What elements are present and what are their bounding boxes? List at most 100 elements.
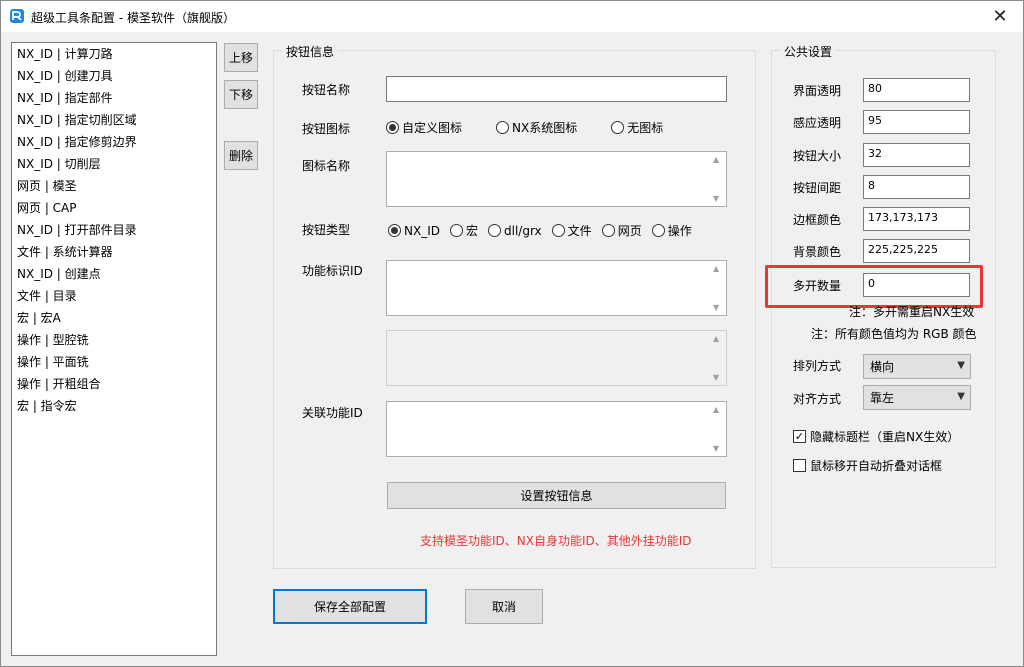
list-item[interactable]: NX_ID | 创建刀具 bbox=[12, 65, 216, 87]
arrange-value: 横向 bbox=[870, 360, 895, 374]
setting-input[interactable]: 8 bbox=[863, 175, 970, 199]
scroll-up-icon[interactable]: ▲ bbox=[713, 155, 719, 164]
color-note: 注：所有颜色值均为 RGB 颜色 bbox=[811, 327, 977, 341]
list-item[interactable]: 宏 | 指令宏 bbox=[12, 395, 216, 417]
setting-input[interactable]: 225,225,225 bbox=[863, 239, 970, 263]
support-note: 支持模圣功能ID、NX自身功能ID、其他外挂功能ID bbox=[420, 534, 692, 548]
list-item[interactable]: 操作 | 平面铣 bbox=[12, 351, 216, 373]
related-id-scrollbar[interactable]: ▲ ▼ bbox=[709, 402, 726, 456]
highlight-box bbox=[765, 265, 983, 308]
list-item[interactable]: 文件 | 目录 bbox=[12, 285, 216, 307]
title-bar: 超级工具条配置 - 模圣软件（旗舰版） ✕ bbox=[1, 1, 1023, 32]
icon-name-input[interactable]: ▲ ▼ bbox=[386, 151, 727, 207]
radio-icon[interactable] bbox=[496, 121, 510, 134]
related-id-input[interactable]: ▲ ▼ bbox=[386, 401, 727, 457]
hide-titlebar-label: 隐藏标题栏（重启NX生效） bbox=[810, 430, 960, 444]
radio-icon[interactable] bbox=[388, 224, 401, 237]
button-type-option[interactable]: 操作 bbox=[651, 222, 692, 239]
icon-type-option[interactable]: NX系统图标 bbox=[496, 119, 577, 136]
list-item[interactable]: NX_ID | 创建点 bbox=[12, 263, 216, 285]
list-item[interactable]: 网页 | CAP bbox=[12, 197, 216, 219]
button-name-label: 按钮名称 bbox=[302, 83, 351, 97]
align-value: 靠左 bbox=[870, 391, 895, 405]
setting-input[interactable]: 173,173,173 bbox=[863, 207, 970, 231]
icon-name-scrollbar[interactable]: ▲ ▼ bbox=[709, 152, 726, 206]
radio-icon[interactable] bbox=[651, 224, 665, 237]
hide-titlebar-option[interactable]: ✓ 隐藏标题栏（重启NX生效） bbox=[793, 428, 959, 445]
radio-icon[interactable] bbox=[488, 224, 501, 237]
button-name-input[interactable] bbox=[386, 76, 727, 102]
scroll-down-icon[interactable]: ▼ bbox=[713, 444, 719, 453]
move-down-button[interactable]: 下移 bbox=[224, 80, 258, 109]
auto-fold-option[interactable]: 鼠标移开自动折叠对话框 bbox=[793, 457, 942, 474]
function-id-label: 功能标识ID bbox=[302, 264, 363, 278]
set-button-info-button[interactable]: 设置按钮信息 bbox=[387, 482, 726, 509]
setting-input[interactable]: 80 bbox=[863, 78, 970, 102]
hide-titlebar-checkbox[interactable]: ✓ bbox=[793, 430, 806, 443]
radio-icon[interactable] bbox=[386, 121, 399, 134]
list-item[interactable]: NX_ID | 计算刀路 bbox=[12, 43, 216, 65]
radio-icon[interactable] bbox=[611, 121, 625, 134]
button-type-option[interactable]: dll/grx bbox=[488, 224, 542, 238]
close-icon: ✕ bbox=[992, 6, 1008, 27]
radio-icon[interactable] bbox=[551, 224, 565, 237]
button-type-option-label: 文件 bbox=[567, 224, 592, 238]
auto-fold-checkbox[interactable] bbox=[793, 459, 806, 472]
function-id-extra-input: ▲ ▼ bbox=[386, 330, 727, 386]
list-item[interactable]: 操作 | 开粗组合 bbox=[12, 373, 216, 395]
extra-scrollbar: ▲ ▼ bbox=[709, 331, 726, 385]
button-type-option-label: 操作 bbox=[667, 224, 692, 238]
arrange-label: 排列方式 bbox=[793, 359, 842, 373]
list-item[interactable]: 文件 | 系统计算器 bbox=[12, 241, 216, 263]
list-item[interactable]: NX_ID | 指定部件 bbox=[12, 87, 216, 109]
delete-button[interactable]: 删除 bbox=[224, 141, 258, 170]
function-id-scrollbar[interactable]: ▲ ▼ bbox=[709, 261, 726, 315]
list-item[interactable]: NX_ID | 指定切削区域 bbox=[12, 109, 216, 131]
scroll-down-icon[interactable]: ▼ bbox=[713, 303, 719, 312]
function-id-input[interactable]: ▲ ▼ bbox=[386, 260, 727, 316]
setting-label: 界面透明 bbox=[793, 84, 842, 98]
icon-type-option-label: 无图标 bbox=[627, 121, 664, 135]
align-select[interactable]: 靠左 ▼ bbox=[863, 385, 971, 410]
app-logo-icon bbox=[10, 9, 24, 23]
setting-input[interactable]: 32 bbox=[863, 143, 970, 167]
scroll-up-icon[interactable]: ▲ bbox=[713, 264, 719, 273]
align-label: 对齐方式 bbox=[793, 392, 842, 406]
icon-radio-group: 自定义图标 NX系统图标 无图标 bbox=[386, 119, 697, 136]
restart-note: 注：多开需重启NX生效 bbox=[849, 305, 975, 319]
button-type-option-label: dll/grx bbox=[504, 223, 542, 238]
button-type-option-label: 网页 bbox=[617, 224, 642, 238]
icon-type-option[interactable]: 无图标 bbox=[611, 119, 663, 136]
scroll-down-icon[interactable]: ▼ bbox=[713, 194, 719, 203]
list-item[interactable]: 操作 | 型腔铣 bbox=[12, 329, 216, 351]
list-item[interactable]: NX_ID | 切削层 bbox=[12, 153, 216, 175]
list-item[interactable]: 网页 | 模圣 bbox=[12, 175, 216, 197]
button-type-option[interactable]: 文件 bbox=[551, 222, 592, 239]
radio-icon[interactable] bbox=[449, 224, 463, 237]
list-item[interactable]: NX_ID | 打开部件目录 bbox=[12, 219, 216, 241]
scroll-down-icon: ▼ bbox=[713, 373, 720, 382]
button-type-option[interactable]: 网页 bbox=[601, 222, 642, 239]
button-type-option[interactable]: NX_ID bbox=[388, 224, 440, 238]
button-type-option[interactable]: 宏 bbox=[449, 222, 478, 239]
public-settings-title: 公共设置 bbox=[780, 43, 837, 60]
arrange-select[interactable]: 横向 ▼ bbox=[863, 354, 971, 379]
related-id-label: 关联功能ID bbox=[302, 406, 363, 420]
list-item[interactable]: NX_ID | 指定修剪边界 bbox=[12, 131, 216, 153]
chevron-down-icon: ▼ bbox=[957, 360, 965, 371]
radio-icon[interactable] bbox=[601, 224, 615, 237]
save-all-button[interactable]: 保存全部配置 bbox=[273, 589, 427, 624]
move-up-button[interactable]: 上移 bbox=[224, 43, 258, 72]
cancel-button[interactable]: 取消 bbox=[465, 589, 543, 624]
scroll-up-icon[interactable]: ▲ bbox=[713, 405, 719, 414]
radio-selected-dot bbox=[389, 124, 396, 131]
setting-input[interactable]: 95 bbox=[863, 110, 970, 134]
list-item[interactable]: 宏 | 宏A bbox=[12, 307, 216, 329]
config-window: 超级工具条配置 - 模圣软件（旗舰版） ✕ NX_ID | 计算刀路 NX_ID … bbox=[0, 0, 1024, 667]
setting-label: 按钮大小 bbox=[793, 149, 842, 163]
scroll-up-icon: ▲ bbox=[713, 334, 720, 343]
button-list[interactable]: NX_ID | 计算刀路 NX_ID | 创建刀具 NX_ID | 指定部件 NX_I… bbox=[11, 42, 217, 656]
close-button[interactable]: ✕ bbox=[977, 1, 1023, 32]
icon-type-option-label: 自定义图标 bbox=[402, 121, 463, 135]
icon-type-option[interactable]: 自定义图标 bbox=[386, 119, 462, 136]
